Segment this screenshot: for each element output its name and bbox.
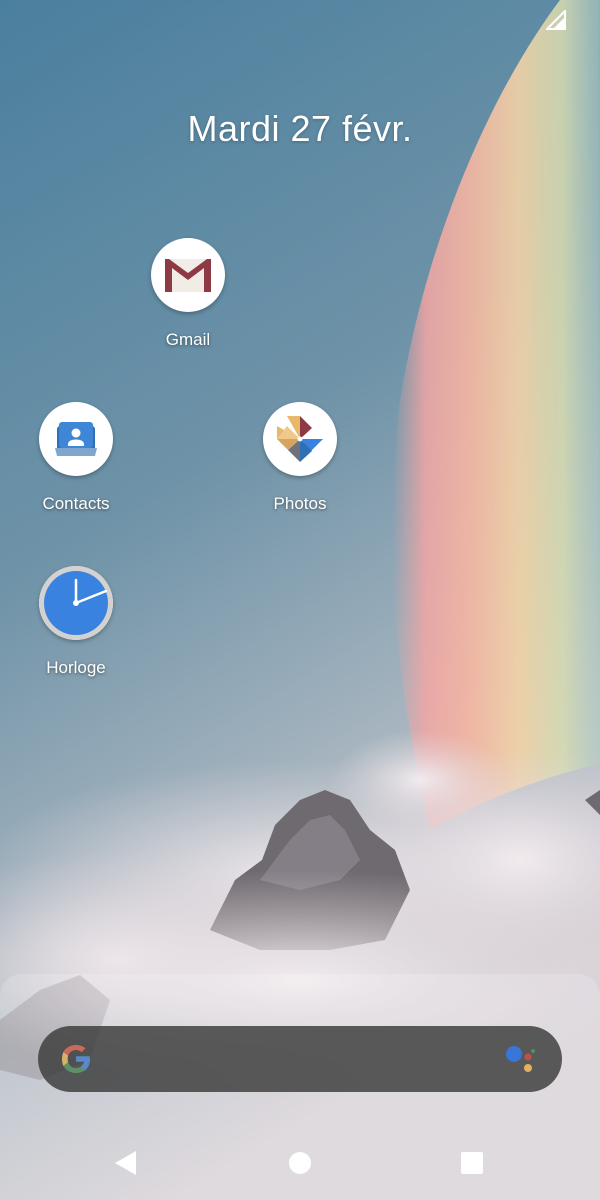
clock-icon — [39, 566, 113, 640]
google-g-icon[interactable] — [56, 1039, 96, 1079]
app-photos[interactable]: Photos — [230, 402, 370, 542]
recents-square-icon[interactable] — [452, 1146, 492, 1180]
status-bar — [0, 0, 600, 40]
navigation-bar — [0, 1126, 600, 1200]
app-label-gmail: Gmail — [165, 330, 211, 349]
back-triangle-icon[interactable] — [106, 1146, 146, 1180]
photos-icon — [263, 402, 337, 476]
google-search-bar[interactable] — [38, 1026, 562, 1092]
date-widget[interactable]: Mardi 27 févr. — [0, 108, 600, 150]
cell-signal-icon — [546, 10, 566, 30]
google-assistant-icon[interactable] — [502, 1041, 538, 1077]
home-circle-icon[interactable] — [280, 1146, 320, 1180]
app-label-horloge: Horloge — [46, 658, 106, 677]
app-label-contacts: Contacts — [42, 494, 110, 513]
gmail-icon — [151, 238, 225, 312]
contacts-icon — [39, 402, 113, 476]
app-contacts[interactable]: Contacts — [6, 402, 146, 542]
app-gmail[interactable]: Gmail — [118, 238, 258, 378]
app-label-photos: Photos — [273, 494, 327, 513]
app-horloge[interactable]: Horloge — [6, 566, 146, 706]
